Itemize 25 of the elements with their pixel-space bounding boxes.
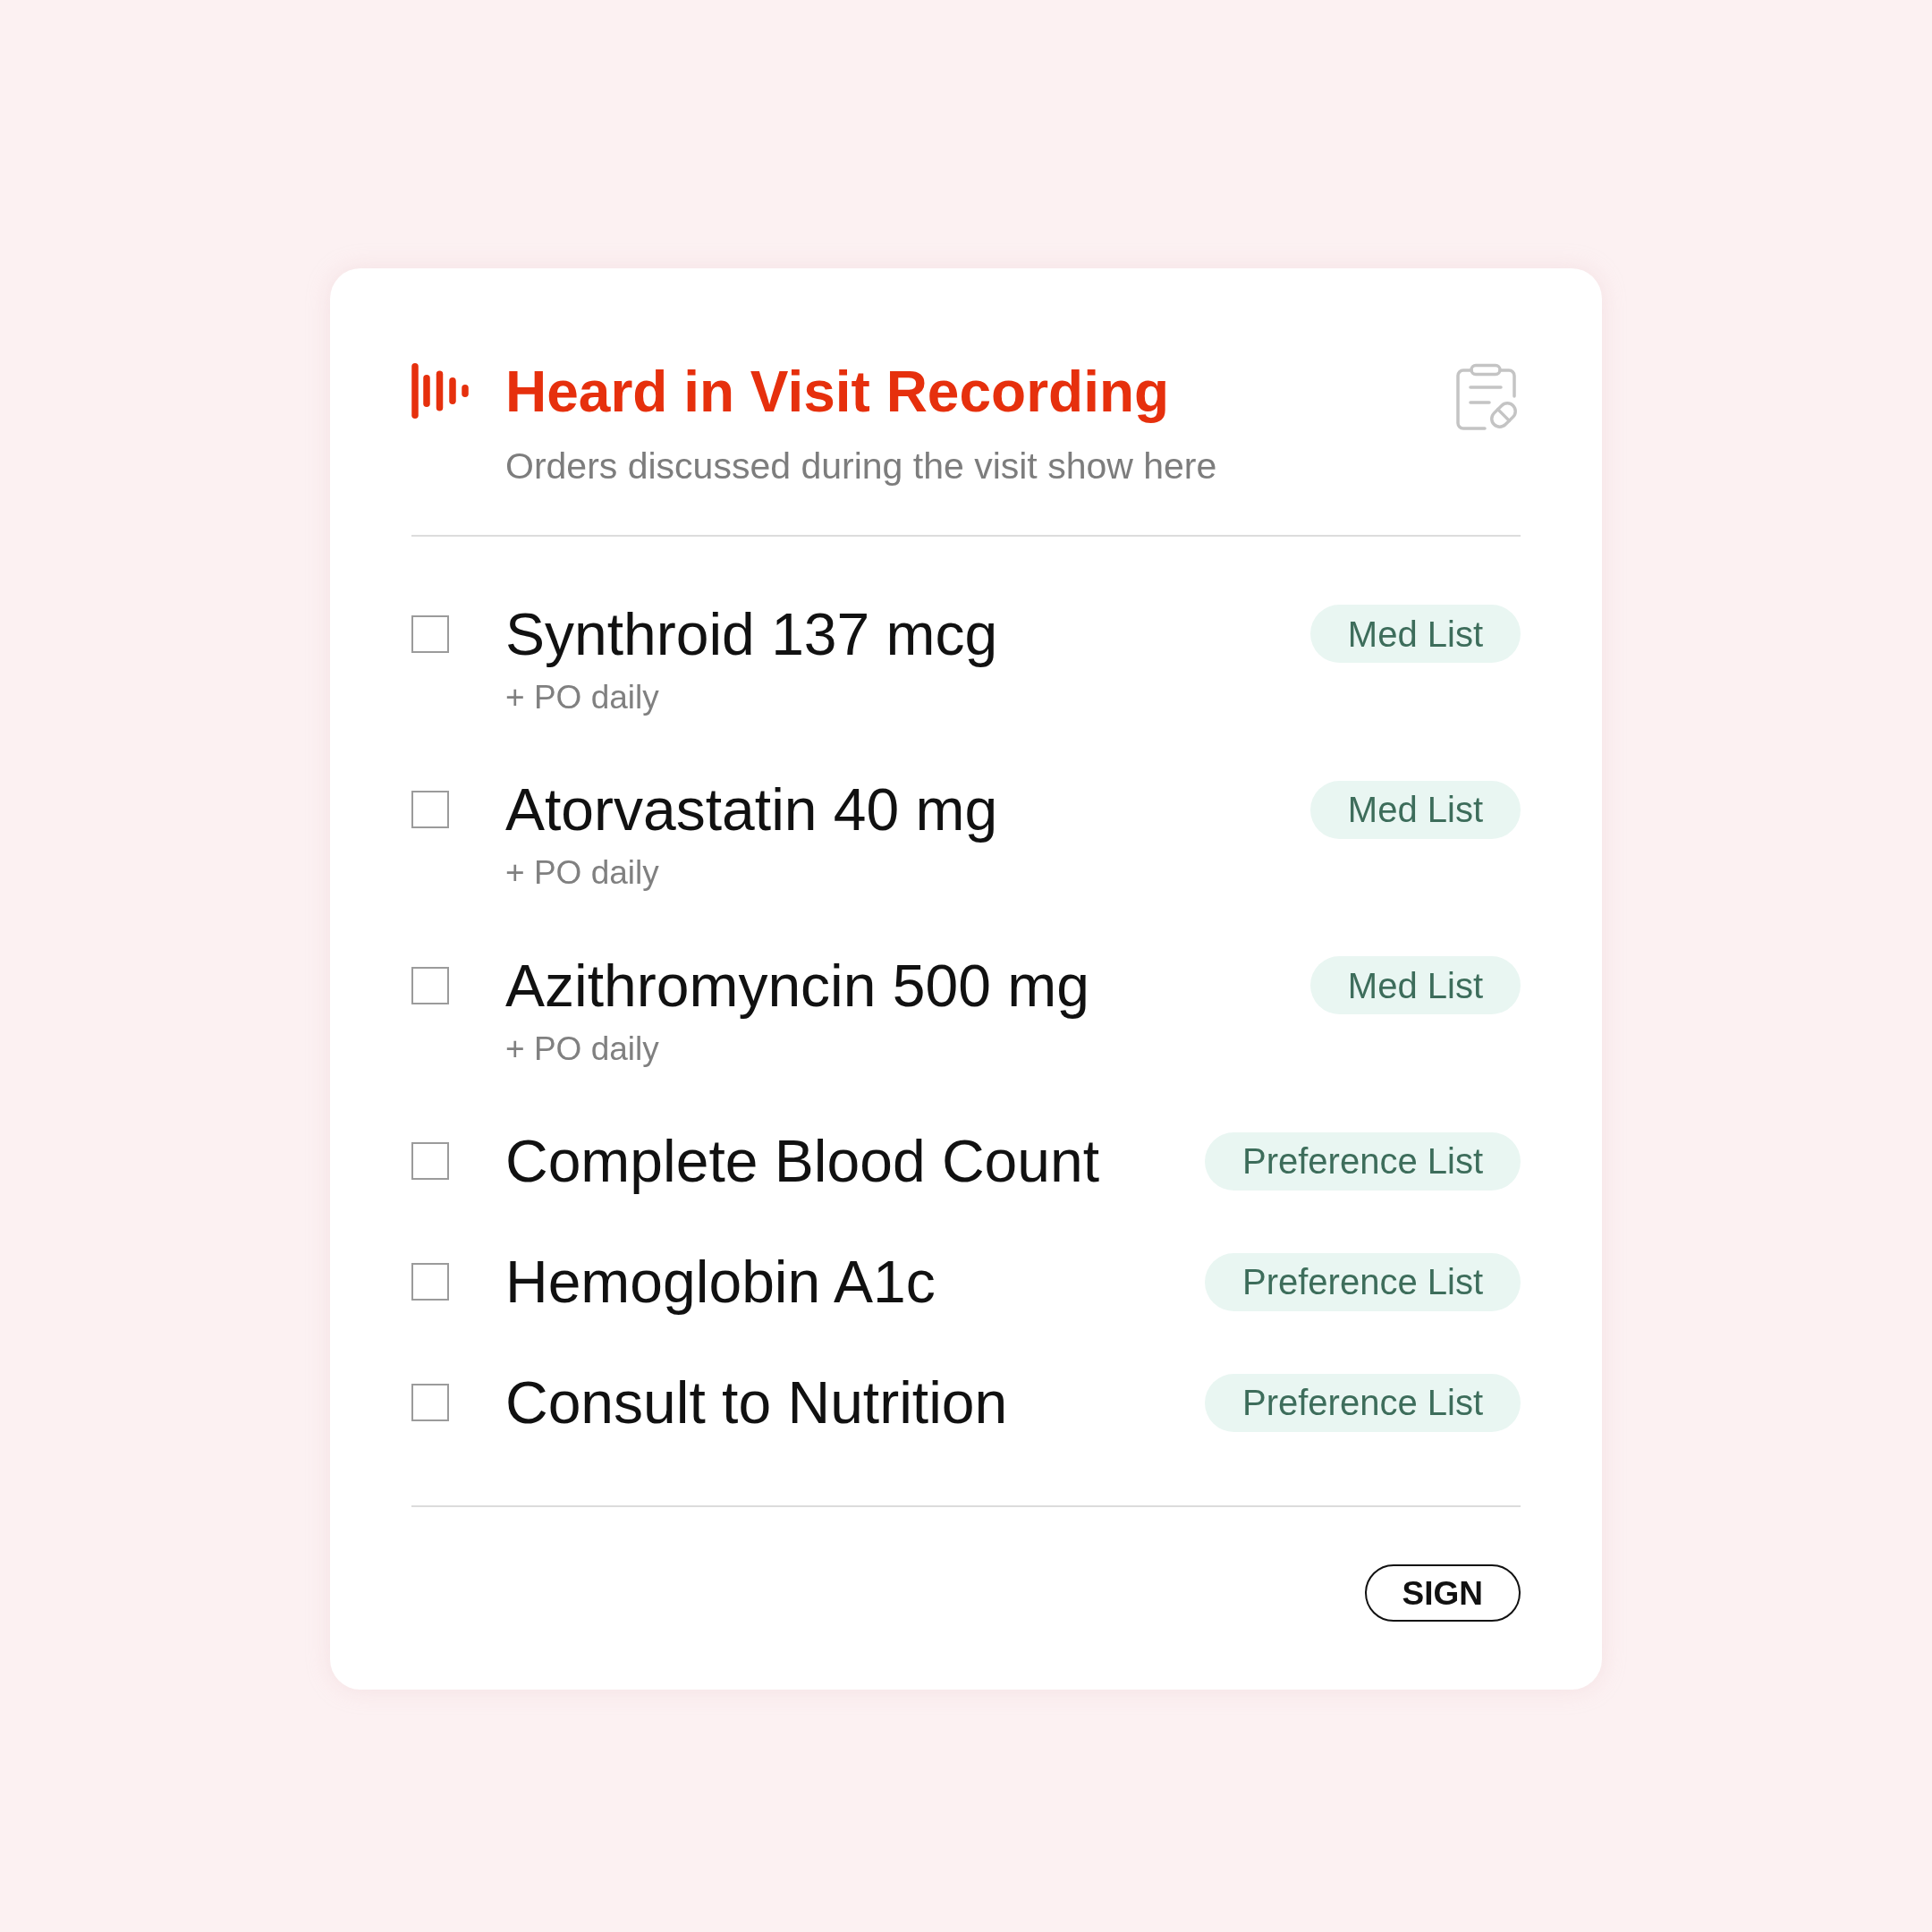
list-tag: Preference List [1204, 1252, 1521, 1311]
checkbox[interactable] [411, 1263, 449, 1301]
list-tag: Med List [1309, 956, 1521, 1015]
card-subtitle: Orders discussed during the visit show here [505, 444, 1218, 488]
list-tag: Preference List [1204, 1373, 1521, 1432]
list-tag: Preference List [1204, 1131, 1521, 1191]
checkbox[interactable] [411, 966, 449, 1004]
order-detail: + PO daily [505, 1029, 660, 1069]
order-name: Synthroid 137 mcg [505, 600, 998, 669]
checkbox[interactable] [411, 1142, 449, 1181]
list-tag: Med List [1309, 605, 1521, 664]
checkbox[interactable] [411, 615, 449, 653]
order-name: Atorvastatin 40 mg [505, 775, 998, 845]
checkbox[interactable] [411, 1384, 449, 1422]
order-name: Hemoglobin A1c [505, 1248, 936, 1318]
order-name: Consult to Nutrition [505, 1368, 1008, 1438]
order-detail: + PO daily [505, 678, 660, 717]
order-name: Azithromyncin 500 mg [505, 951, 1089, 1021]
checkbox[interactable] [411, 791, 449, 829]
waveform-icon [411, 363, 469, 419]
list-tag: Med List [1309, 780, 1521, 839]
order-name: Complete Blood Count [505, 1127, 1100, 1197]
order-detail: + PO daily [505, 853, 660, 894]
card-title: Heard in Visit Recording [505, 359, 1171, 426]
sign-button[interactable]: SIGN [1364, 1564, 1521, 1623]
